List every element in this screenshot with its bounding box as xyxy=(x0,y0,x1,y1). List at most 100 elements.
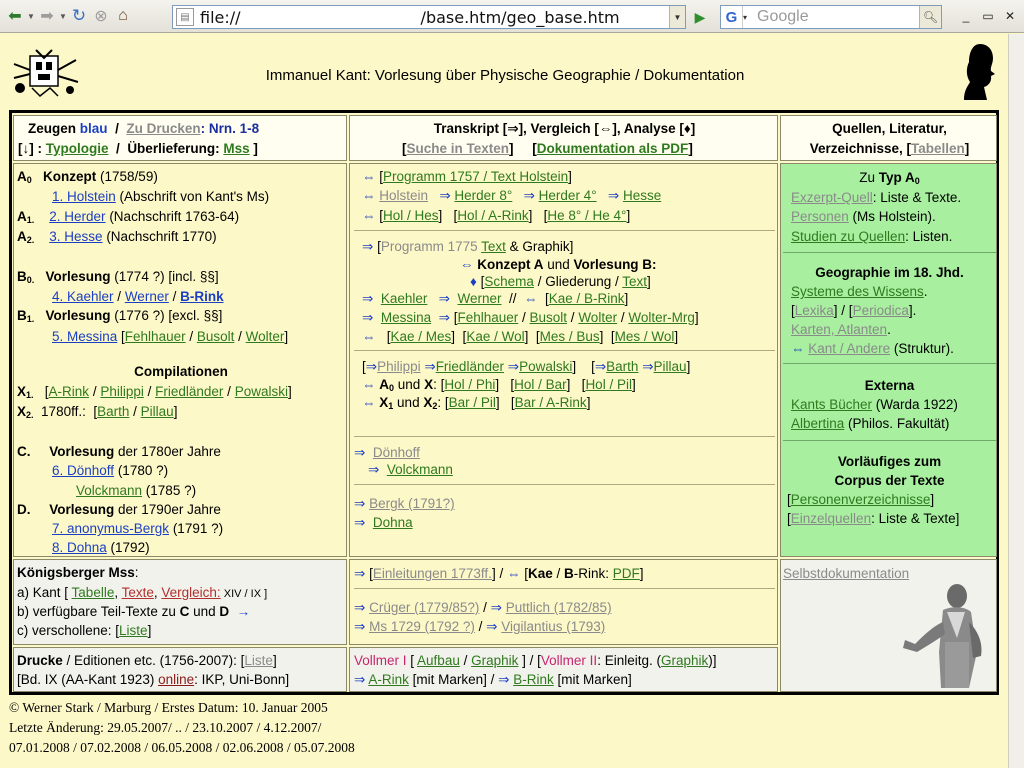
einleitungen-link[interactable]: Einleitungen 1773ff. xyxy=(373,566,492,581)
pdf-link[interactable]: PDF xyxy=(613,566,640,581)
b-rink-link[interactable]: B-Rink xyxy=(180,289,224,304)
herder4-link[interactable]: Herder 4° xyxy=(539,188,597,203)
texte-link[interactable]: Texte xyxy=(122,585,154,600)
close-icon[interactable]: ✕ xyxy=(1002,8,1018,24)
vergleich-link[interactable]: Vergleich: xyxy=(161,585,220,600)
hol-pil-link[interactable]: Hol / Pil xyxy=(585,377,632,392)
hol-bar-link[interactable]: Hol / Bar xyxy=(514,377,567,392)
home-icon[interactable]: ⌂ xyxy=(112,5,134,27)
einzelquellen-link[interactable]: Einzelquellen xyxy=(791,511,871,526)
holstein-compare-link[interactable]: Holstein xyxy=(379,188,428,203)
forward-dropdown-icon[interactable]: ▼ xyxy=(58,5,68,27)
hesse-transcript-link[interactable]: Hesse xyxy=(623,188,661,203)
vertical-scrollbar[interactable] xyxy=(1008,34,1024,768)
online-link[interactable]: online xyxy=(158,672,194,687)
he-8-4-link[interactable]: He 8° / He 4° xyxy=(547,208,626,223)
dohna-link[interactable]: 8. Dohna xyxy=(52,540,107,555)
liste-link[interactable]: Liste xyxy=(119,623,148,638)
dohna-transcript-link[interactable]: Dohna xyxy=(373,515,413,530)
mes-wol-link[interactable]: Mes / Wol xyxy=(615,329,675,344)
wolter-link[interactable]: Wolter xyxy=(246,329,285,344)
kant-andere-link[interactable]: Kant / Andere xyxy=(808,341,890,356)
studien-link[interactable]: Studien zu Quellen xyxy=(791,229,905,244)
typologie-link[interactable]: Typologie xyxy=(46,141,109,156)
volckmann-link[interactable]: Volckmann xyxy=(76,483,142,498)
dokumentation-pdf-link[interactable]: Dokumentation als PDF xyxy=(537,141,689,156)
friedlaender-transcript-link[interactable]: Friedländer xyxy=(436,359,504,374)
hol-arink-link[interactable]: Hol / A-Rink xyxy=(457,208,528,223)
magnifier-icon[interactable]: 🔍︎ xyxy=(919,6,941,28)
kants-buecher-link[interactable]: Kants Bücher xyxy=(791,397,872,412)
go-arrow-icon[interactable]: ▶ xyxy=(689,7,711,27)
hesse-link[interactable]: 3. Hesse xyxy=(49,229,102,244)
busolt-link[interactable]: Busolt xyxy=(197,329,235,344)
zu-drucken-link[interactable]: Zu Drucken xyxy=(126,121,200,136)
powalski-link[interactable]: Powalski xyxy=(235,384,288,399)
herder-link[interactable]: 2. Herder xyxy=(49,209,105,224)
exzerpt-quell-link[interactable]: Exzerpt-Quell xyxy=(791,190,873,205)
lexika-link[interactable]: Lexika xyxy=(795,303,834,318)
search-engine-dropdown-icon[interactable]: ▾ xyxy=(743,13,753,22)
selbstdokumentation-link[interactable]: Selbstdokumentation xyxy=(783,566,909,581)
mss-link[interactable]: Mss xyxy=(223,141,249,156)
schema-link[interactable]: Schema xyxy=(484,274,534,289)
mes-bus-link[interactable]: Mes / Bus xyxy=(540,329,600,344)
volckmann-transcript-link[interactable]: Volckmann xyxy=(387,462,453,477)
personen-link[interactable]: Personen xyxy=(791,209,849,224)
herder8-link[interactable]: Herder 8° xyxy=(454,188,512,203)
gliederung-text-link[interactable]: Text xyxy=(622,274,647,289)
minimize-icon[interactable]: _ xyxy=(958,8,974,24)
ms1729-link[interactable]: Ms 1729 (1792 ?) xyxy=(369,619,475,634)
google-logo-icon[interactable]: G xyxy=(721,6,743,28)
arink-marken-link[interactable]: A-Rink xyxy=(368,672,409,687)
programm-1775-text-link[interactable]: Text xyxy=(481,239,506,254)
friedlaender-link[interactable]: Friedländer xyxy=(155,384,223,399)
powalski-transcript-link[interactable]: Powalski xyxy=(519,359,572,374)
reload-icon[interactable]: ↻ xyxy=(68,5,90,27)
aufbau-link[interactable]: Aufbau xyxy=(417,653,460,668)
kae-mes-link[interactable]: Kae / Mes xyxy=(391,329,452,344)
graphik2-link[interactable]: Graphik xyxy=(661,653,708,668)
kae-brink-link[interactable]: Kae / B-Rink xyxy=(549,291,625,306)
systeme-link[interactable]: Systeme des Wissens xyxy=(791,284,924,299)
wolter-mrg-link[interactable]: Wolter-Mrg xyxy=(628,310,695,325)
hol-phi-link[interactable]: Hol / Phi xyxy=(444,377,495,392)
maximize-icon[interactable]: ▭ xyxy=(980,8,996,24)
wolter-transcript-link[interactable]: Wolter xyxy=(578,310,617,325)
forward-arrow-icon[interactable]: ➡ xyxy=(36,5,58,27)
bar-arink-link[interactable]: Bar / A-Rink xyxy=(515,395,587,410)
periodica-link[interactable]: Periodica xyxy=(853,303,909,318)
philippi-transcript-link[interactable]: Philippi xyxy=(377,359,421,374)
bergk-link[interactable]: 7. anonymus-Bergk xyxy=(52,521,169,536)
programm-1757-link[interactable]: Programm 1757 / Text Holstein xyxy=(383,169,568,184)
werner-link[interactable]: Werner xyxy=(125,289,169,304)
url-bar[interactable]: ▤ file:// /base.htm/geo_base.htm ▼ xyxy=(172,5,686,29)
kaehler-transcript-link[interactable]: Kaehler xyxy=(381,291,428,306)
brink-marken-link[interactable]: B-Rink xyxy=(513,672,554,687)
hol-hes-link[interactable]: Hol / Hes xyxy=(383,208,439,223)
suche-in-texten-link[interactable]: Suche in Texten xyxy=(407,141,510,156)
messina-transcript-link[interactable]: Messina xyxy=(381,310,431,325)
kaehler-link[interactable]: 4. Kaehler xyxy=(52,289,114,304)
bergk-transcript-link[interactable]: Bergk (1791?) xyxy=(369,496,455,511)
krueger-link[interactable]: Crüger (1779/85?) xyxy=(369,600,479,615)
a-rink-link[interactable]: A-Rink xyxy=(49,384,90,399)
karten-link[interactable]: Karten, Atlanten xyxy=(791,322,887,337)
tabellen-link[interactable]: Tabellen xyxy=(911,141,965,156)
barth-transcript-link[interactable]: Barth xyxy=(606,359,638,374)
busolt-transcript-link[interactable]: Busolt xyxy=(530,310,568,325)
kae-wol-link[interactable]: Kae / Wol xyxy=(466,329,524,344)
drucke-liste-link[interactable]: Liste xyxy=(244,653,273,668)
barth-link[interactable]: Barth xyxy=(97,404,129,419)
down-arrow-label[interactable]: [↓] : xyxy=(18,141,42,156)
bar-pil-link[interactable]: Bar / Pil xyxy=(449,395,496,410)
personenverzeichnisse-link[interactable]: Personenverzeichnisse xyxy=(791,492,931,507)
back-dropdown-icon[interactable]: ▼ xyxy=(26,5,36,27)
messina-link[interactable]: 5. Messina xyxy=(52,329,117,344)
fehlhauer-link[interactable]: Fehlhauer xyxy=(125,329,186,344)
right-arrow-icon[interactable]: → xyxy=(237,604,251,619)
tabelle-link[interactable]: Tabelle xyxy=(72,585,115,600)
fehlhauer-transcript-link[interactable]: Fehlhauer xyxy=(457,310,518,325)
vigilantius-link[interactable]: Vigilantius (1793) xyxy=(501,619,605,634)
search-placeholder[interactable]: Google xyxy=(757,8,809,26)
